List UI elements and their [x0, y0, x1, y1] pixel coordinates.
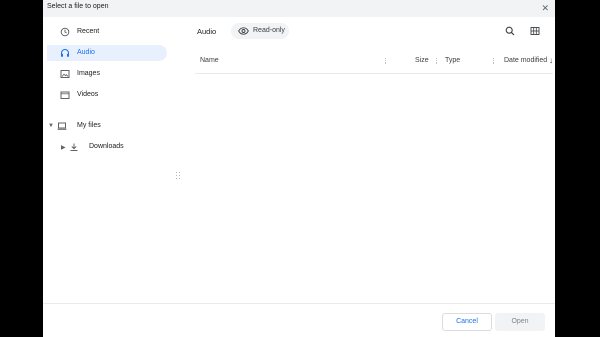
column-header-name[interactable]: Name: [200, 57, 219, 69]
file-picker-dialog: Select a file to open ✕ Recent Audio Ima…: [43, 0, 555, 337]
tree-item-downloads[interactable]: Downloads: [59, 139, 167, 155]
cancel-button[interactable]: Cancel: [442, 313, 492, 331]
readonly-label: Read-only: [253, 27, 285, 34]
tree-item-label: My files: [77, 122, 101, 129]
column-resize-handle[interactable]: [385, 58, 389, 66]
column-header-date-modified[interactable]: Date modified: [504, 57, 547, 69]
column-header-type[interactable]: Type: [445, 57, 460, 69]
sidebar-item-label: Audio: [77, 49, 95, 56]
column-header-size[interactable]: Size: [415, 57, 429, 69]
grid-view-icon: [530, 27, 540, 35]
sidebar-item-videos[interactable]: Videos: [47, 87, 167, 103]
tree-item-label: Downloads: [89, 143, 124, 150]
sidebar-item-label: Images: [77, 70, 100, 77]
image-icon: [60, 70, 70, 78]
sidebar-item-audio[interactable]: Audio: [47, 45, 167, 61]
readonly-badge: Read-only: [231, 23, 289, 39]
tree-item-my-files[interactable]: My files: [47, 118, 167, 134]
laptop-icon: [57, 122, 67, 130]
eye-icon: [238, 27, 249, 35]
headphones-icon: [61, 49, 69, 57]
sidebar: Recent Audio Images Videos ▼ My files ▶ …: [43, 17, 191, 303]
sidebar-item-images[interactable]: Images: [47, 66, 167, 82]
sidebar-item-label: Recent: [77, 28, 100, 35]
dialog-title: Select a file to open: [47, 3, 109, 10]
file-list-pane: Audio Read-only AZ ⋮ Name Size Type Date…: [191, 17, 555, 303]
download-icon: [70, 143, 78, 151]
sort-descending-icon[interactable]: ↓: [549, 56, 553, 68]
close-icon[interactable]: ✕: [541, 2, 549, 14]
sort-button[interactable]: AZ: [554, 24, 555, 38]
sidebar-resize-handle[interactable]: [179, 172, 183, 182]
dialog-footer: Cancel Open: [43, 303, 555, 337]
breadcrumb[interactable]: Audio: [197, 27, 216, 36]
column-resize-handle[interactable]: [436, 58, 440, 66]
grid-view-button[interactable]: [528, 24, 542, 38]
sidebar-item-recent[interactable]: Recent: [47, 24, 167, 40]
video-icon: [60, 91, 70, 99]
title-bar: Select a file to open ✕: [43, 0, 555, 17]
search-icon: [505, 26, 515, 36]
clock-icon: [60, 27, 70, 37]
column-resize-handle[interactable]: [493, 58, 497, 66]
open-button[interactable]: Open: [495, 313, 545, 331]
sidebar-item-label: Videos: [77, 91, 99, 98]
search-button[interactable]: [503, 24, 517, 38]
header-divider: [195, 73, 553, 74]
